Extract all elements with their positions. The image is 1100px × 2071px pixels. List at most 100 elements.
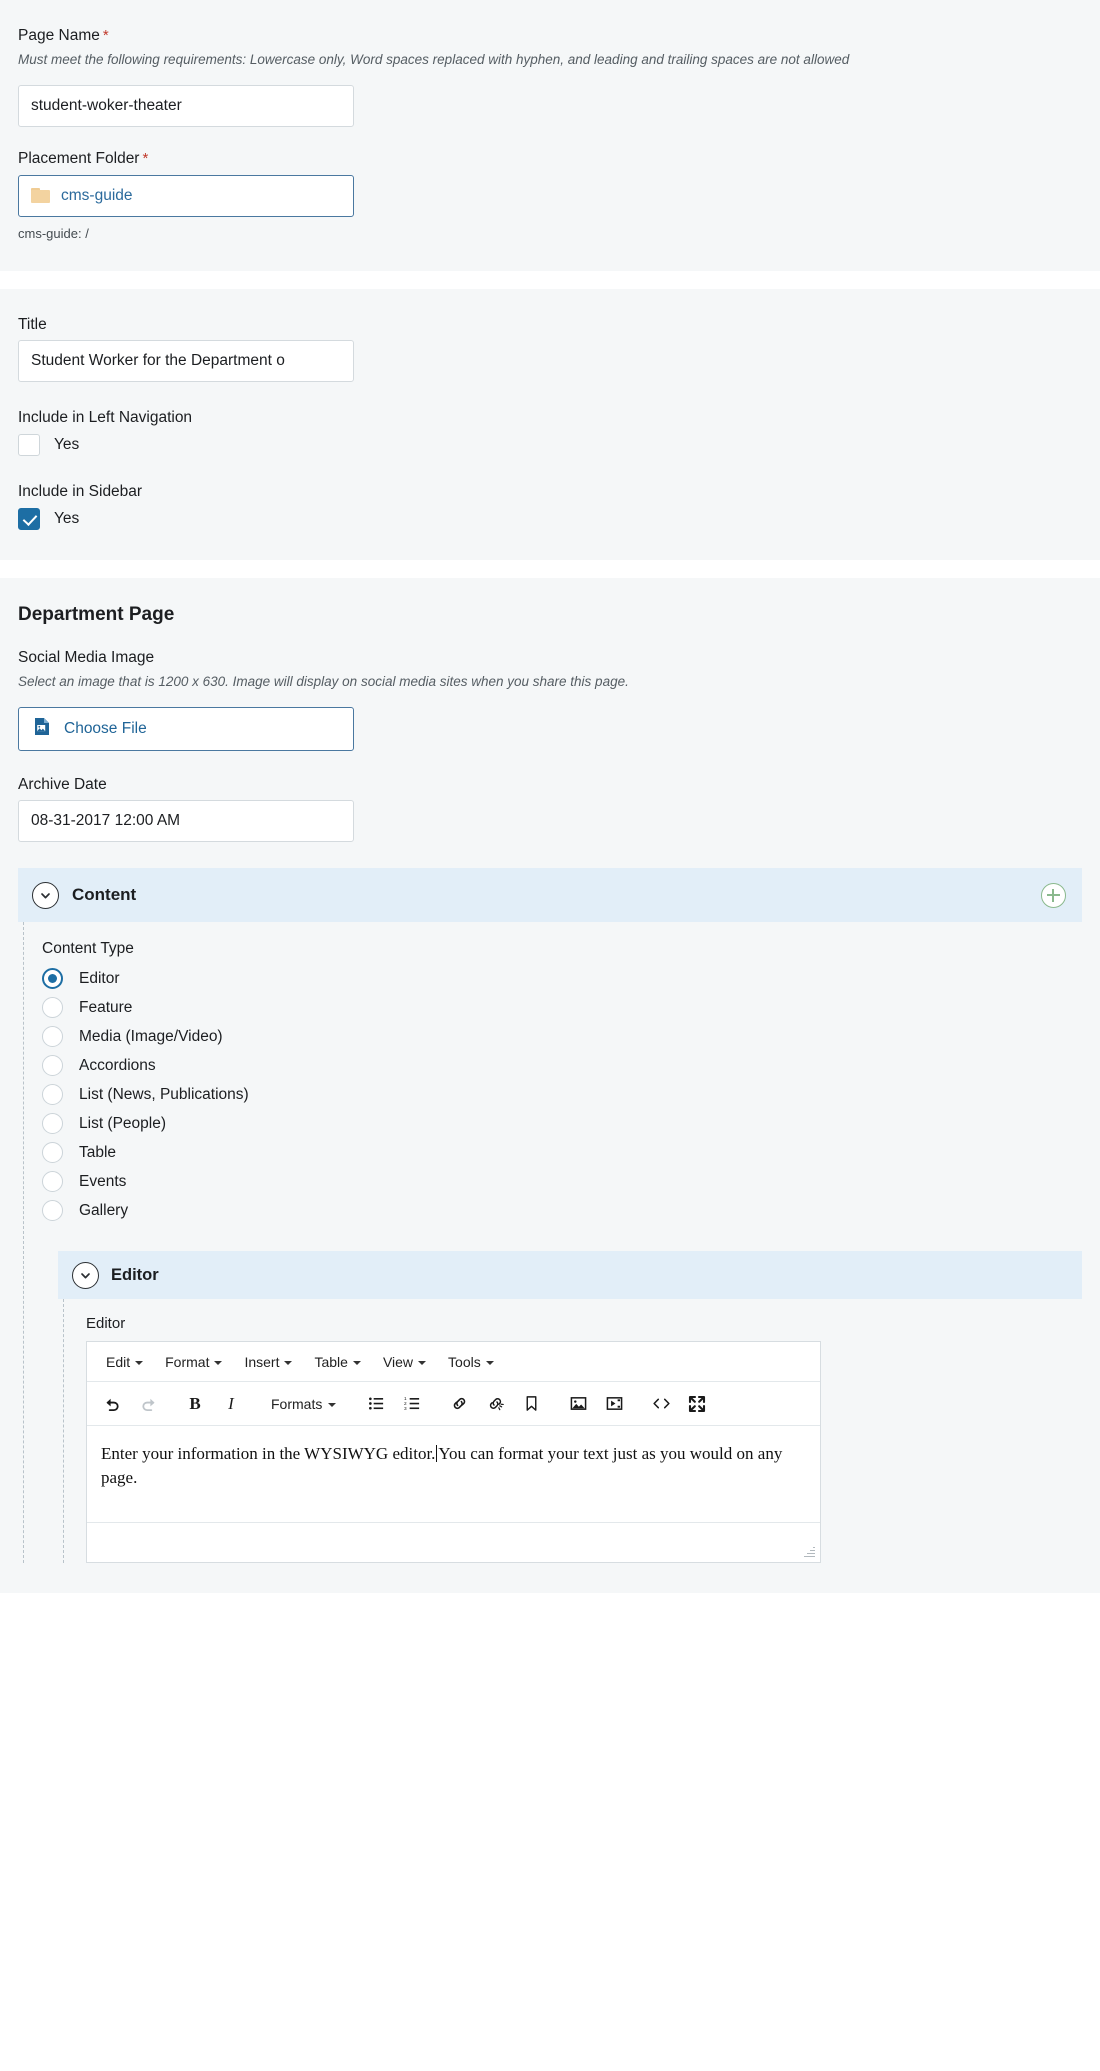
radio-label-editor: Editor	[79, 969, 120, 987]
panel-divider	[0, 559, 1100, 578]
choose-file-label: Choose File	[64, 720, 147, 738]
image-icon[interactable]	[561, 1387, 595, 1421]
menu-edit-label: Edit	[106, 1353, 131, 1370]
page-name-help-text: Must meet the following requirements: Lo…	[18, 52, 850, 68]
sidebar-checkbox-row[interactable]: Yes	[18, 507, 1082, 530]
sidebar-checkbox[interactable]	[18, 507, 40, 530]
content-type-label: Content Type	[42, 940, 134, 958]
placement-folder-path: cms-guide: /	[18, 225, 89, 241]
page-name-panel: Page Name * Must meet the following requi…	[0, 0, 1100, 271]
bold-icon[interactable]: B	[178, 1387, 212, 1421]
department-page-heading: Department Page	[18, 603, 175, 625]
radio-label-events: Events	[79, 1172, 127, 1190]
content-accordion-header[interactable]: Content	[18, 868, 1082, 923]
placement-folder-label-text: Placement Folder	[18, 150, 140, 168]
title-label: Title	[18, 315, 47, 333]
title-input[interactable]: Student Worker for the Department o	[18, 339, 354, 382]
redo-icon[interactable]	[131, 1387, 165, 1421]
menu-format[interactable]: Format	[154, 1348, 233, 1376]
social-media-image-help: Select an image that is 1200 x 630. Imag…	[18, 674, 629, 690]
placement-folder-value: cms-guide	[61, 186, 133, 204]
svg-text:3: 3	[404, 1407, 407, 1413]
editor-statusbar	[87, 1522, 820, 1562]
radio-list-news[interactable]	[42, 1084, 63, 1106]
add-content-button[interactable]	[1041, 882, 1066, 908]
chevron-down-icon	[214, 1360, 223, 1365]
radio-editor[interactable]	[42, 968, 63, 990]
fullscreen-icon[interactable]	[680, 1387, 714, 1421]
radio-label-list-people: List (People)	[79, 1114, 167, 1132]
left-nav-checkbox-row[interactable]: Yes	[18, 433, 1082, 456]
resize-handle-icon[interactable]	[804, 1546, 815, 1558]
panel-divider	[0, 270, 1100, 289]
archive-date-label: Archive Date	[18, 776, 107, 794]
page-name-label-text: Page Name	[18, 27, 100, 44]
radio-events[interactable]	[42, 1171, 63, 1193]
chevron-down-icon	[352, 1360, 361, 1365]
title-panel: Title Student Worker for the Department …	[0, 288, 1100, 560]
editor-content-area[interactable]: Enter your information in the WYSIWYG ed…	[87, 1426, 820, 1522]
link-icon[interactable]	[442, 1387, 476, 1421]
bullet-list-icon[interactable]	[359, 1387, 393, 1421]
radio-accordions[interactable]	[42, 1055, 63, 1077]
menu-insert-label: Insert	[244, 1353, 280, 1370]
source-code-icon[interactable]	[644, 1387, 678, 1421]
content-accordion-title: Content	[72, 885, 137, 905]
menu-edit[interactable]: Edit	[95, 1348, 154, 1376]
left-nav-label: Include in Left Navigation	[18, 408, 193, 426]
radio-list-people[interactable]	[42, 1113, 63, 1135]
undo-icon[interactable]	[95, 1387, 129, 1421]
editor-accordion-body: Editor Edit Format Insert Table View Too…	[63, 1299, 1082, 1564]
placement-folder-picker[interactable]: cms-guide	[18, 174, 354, 217]
menu-insert[interactable]: Insert	[233, 1348, 303, 1376]
radio-media[interactable]	[42, 1026, 63, 1048]
radio-option-feature[interactable]: Feature	[42, 993, 1082, 1022]
menu-format-label: Format	[165, 1353, 210, 1370]
radio-option-editor[interactable]: Editor	[42, 964, 1082, 993]
chevron-down-icon[interactable]	[72, 1261, 99, 1289]
menu-table[interactable]: Table	[303, 1348, 371, 1376]
chevron-down-icon	[418, 1360, 427, 1365]
radio-option-list-people[interactable]: List (People)	[42, 1109, 1082, 1138]
placement-folder-label: Placement Folder *	[18, 149, 1082, 169]
media-icon[interactable]	[597, 1387, 631, 1421]
radio-label-gallery: Gallery	[79, 1201, 129, 1219]
page-name-input[interactable]: student-woker-theater	[18, 85, 354, 128]
radio-option-table[interactable]: Table	[42, 1138, 1082, 1167]
menu-view[interactable]: View	[372, 1348, 437, 1376]
radio-option-events[interactable]: Events	[42, 1167, 1082, 1196]
radio-label-feature: Feature	[79, 998, 133, 1016]
chevron-down-icon	[284, 1360, 293, 1365]
italic-icon[interactable]: I	[214, 1387, 248, 1421]
left-nav-checkbox[interactable]	[18, 433, 40, 456]
chevron-down-icon[interactable]	[32, 881, 59, 909]
radio-gallery[interactable]	[42, 1200, 63, 1222]
wysiwyg-editor: Edit Format Insert Table View Tools B I …	[86, 1341, 821, 1564]
required-asterisk: *	[142, 150, 149, 168]
radio-label-media: Media (Image/Video)	[79, 1027, 223, 1045]
editor-accordion-title: Editor	[111, 1265, 159, 1284]
radio-label-accordions: Accordions	[79, 1056, 156, 1074]
sidebar-label: Include in Sidebar	[18, 482, 143, 500]
radio-option-list-news[interactable]: List (News, Publications)	[42, 1080, 1082, 1109]
radio-option-media[interactable]: Media (Image/Video)	[42, 1022, 1082, 1051]
menu-tools-label: Tools	[448, 1353, 481, 1370]
chevron-down-icon	[485, 1360, 494, 1365]
menu-view-label: View	[382, 1353, 414, 1370]
department-page-panel: Department Page Social Media Image Selec…	[0, 577, 1100, 1594]
page-name-label: Page Name *	[18, 26, 1082, 46]
radio-option-accordions[interactable]: Accordions	[42, 1051, 1082, 1080]
unlink-icon[interactable]	[478, 1387, 512, 1421]
required-asterisk: *	[102, 27, 109, 44]
menu-tools[interactable]: Tools	[437, 1348, 505, 1376]
archive-date-input[interactable]: 08-31-2017 12:00 AM	[18, 800, 354, 843]
editor-accordion-header[interactable]: Editor	[58, 1251, 1082, 1300]
anchor-icon[interactable]	[514, 1387, 548, 1421]
radio-option-gallery[interactable]: Gallery	[42, 1196, 1082, 1225]
radio-feature[interactable]	[42, 997, 63, 1019]
numbered-list-icon[interactable]: 123	[395, 1387, 429, 1421]
choose-file-button[interactable]: Choose File	[18, 707, 354, 752]
radio-label-table: Table	[79, 1143, 117, 1161]
radio-table[interactable]	[42, 1142, 63, 1164]
formats-dropdown[interactable]: Formats	[261, 1389, 346, 1419]
